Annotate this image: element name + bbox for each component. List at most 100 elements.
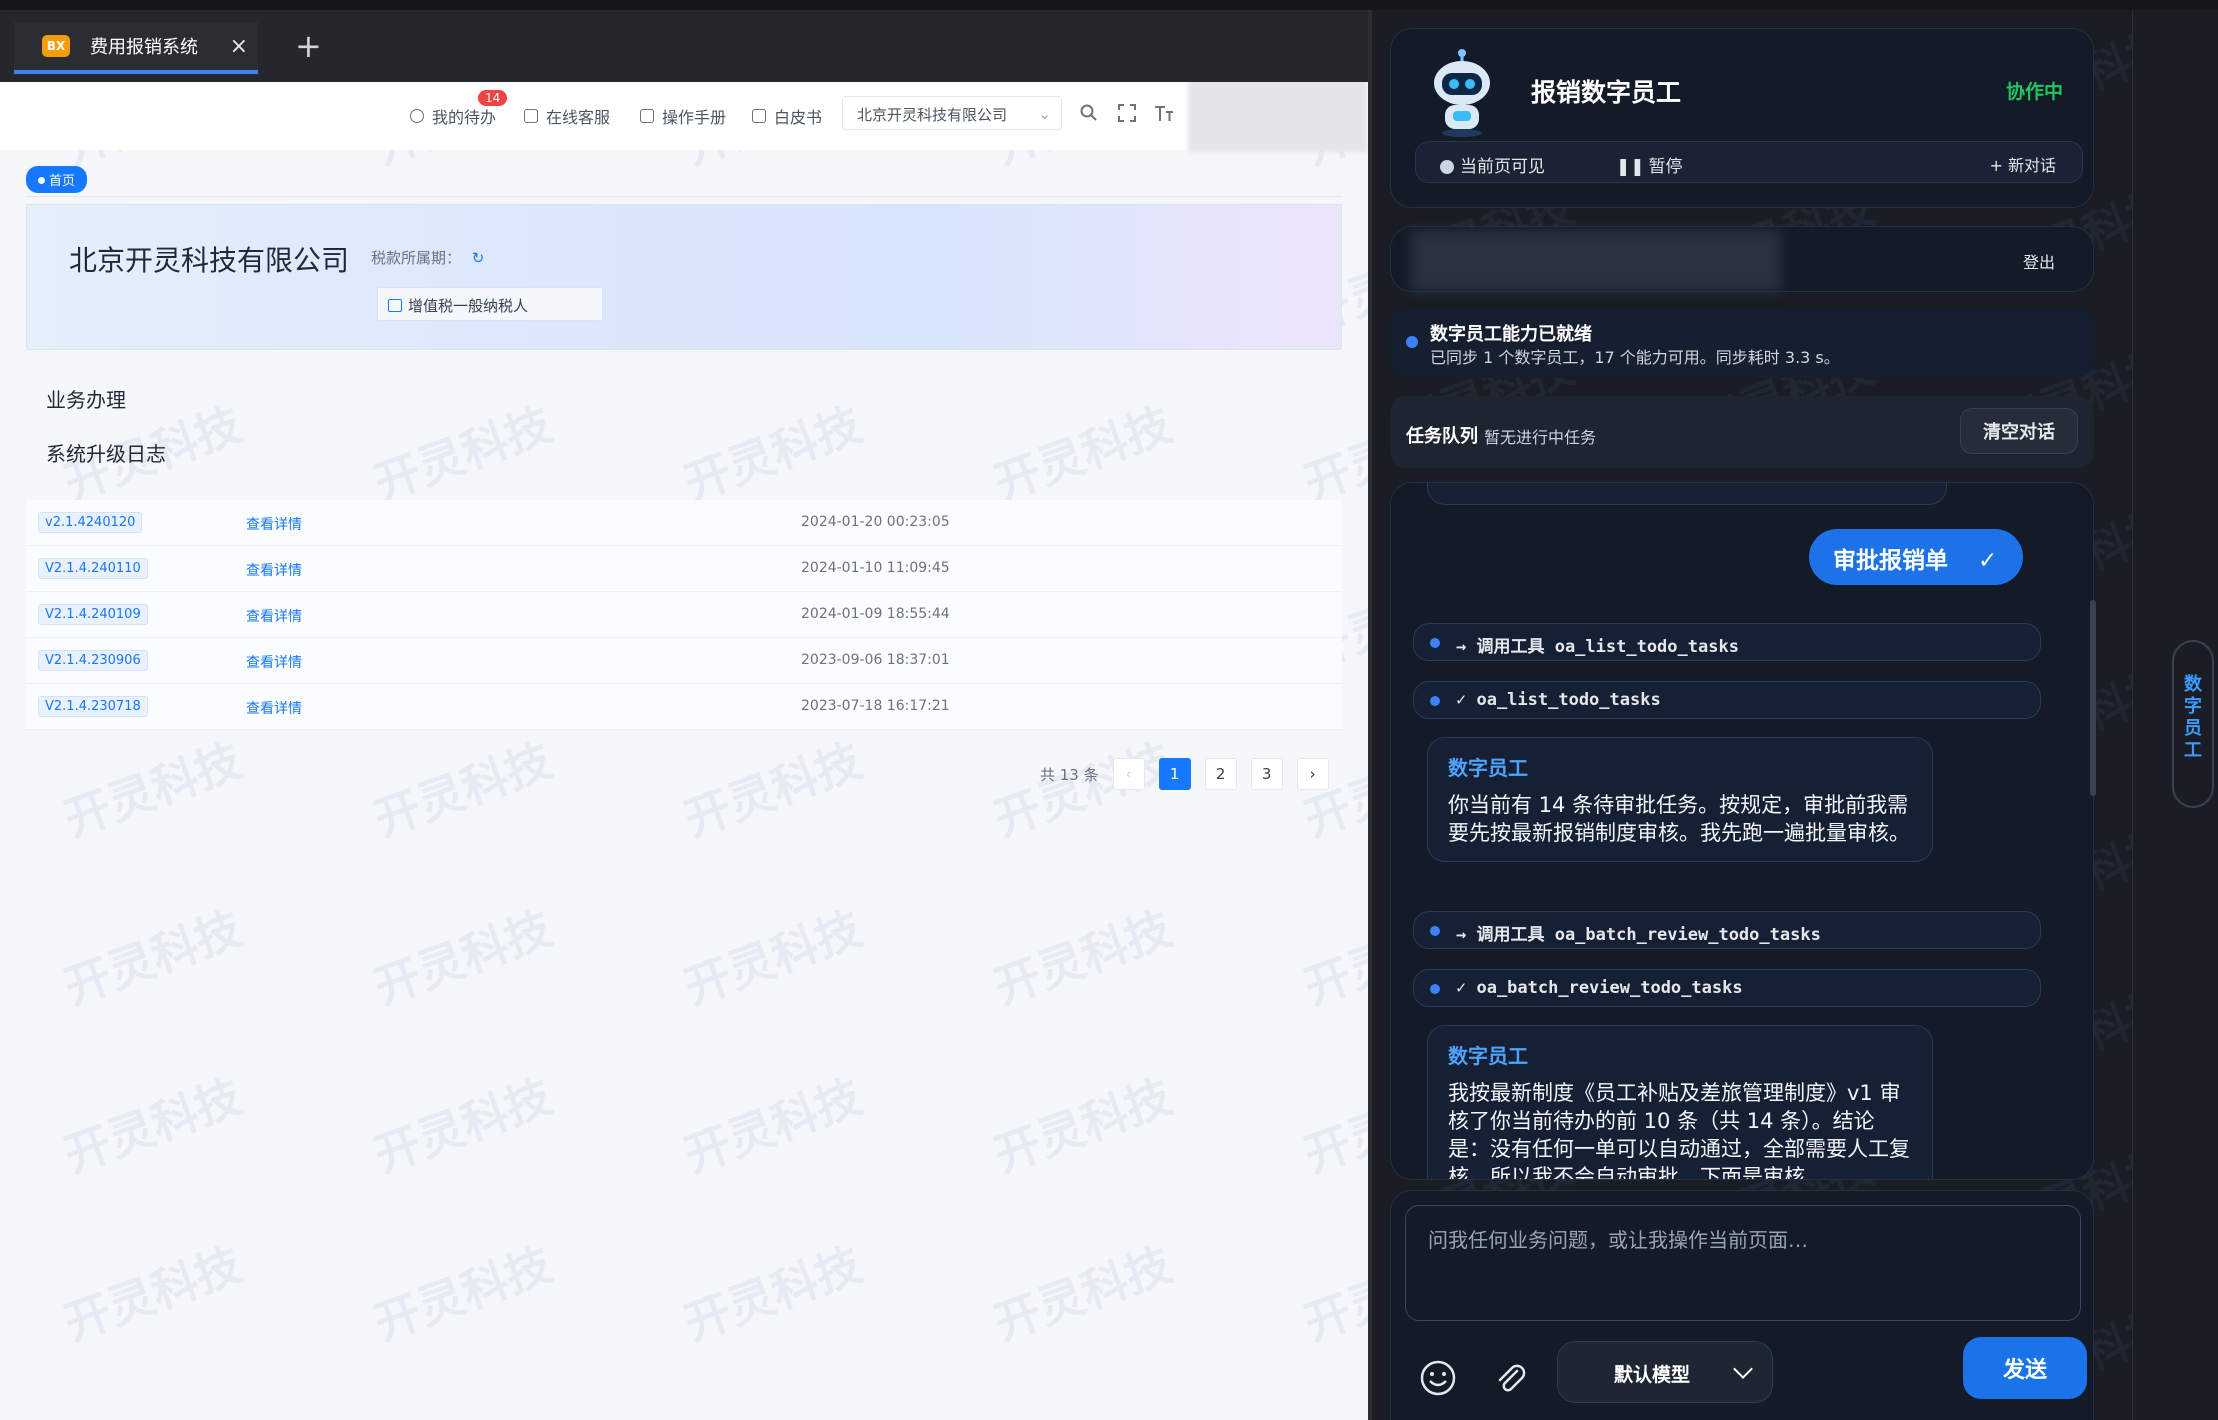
next-page-button[interactable]: ›: [1296, 758, 1329, 790]
robot-avatar-icon: [1434, 49, 1490, 137]
page-button-3[interactable]: 3: [1250, 758, 1283, 790]
table-row: V2.1.4.230906 查看详情 2023-09-06 18:37:01: [26, 638, 1342, 684]
page-toolbar: 我的待办 14 在线客服 操作手册 白皮书 北京开灵科技有限公司 ⌄: [0, 82, 1368, 152]
page-button-1[interactable]: 1: [1158, 758, 1191, 790]
browser-tab-bar: BX 费用报销系统 × +: [0, 10, 1368, 82]
tool-result-text: ✓ oa_list_todo_tasks: [1456, 690, 1661, 710]
visibility-dot-icon: [1440, 160, 1454, 174]
ready-title: 数字员工能力已就绪: [1430, 324, 1592, 345]
search-icon[interactable]: [1080, 104, 1098, 122]
watermark-text: 开灵科技: [367, 900, 559, 1015]
version-tag: V2.1.4.230906: [38, 650, 148, 671]
online-service-button[interactable]: 在线客服: [524, 104, 610, 128]
refresh-icon[interactable]: ↻: [472, 249, 485, 267]
chat-scrollbar[interactable]: [2090, 600, 2096, 796]
emoji-icon[interactable]: [1419, 1359, 1457, 1397]
release-time: 2024-01-10 11:09:45: [801, 560, 950, 576]
whitepaper-button[interactable]: 白皮书: [752, 104, 822, 128]
todo-icon: [410, 109, 424, 123]
release-time: 2023-09-06 18:37:01: [801, 652, 950, 668]
view-detail-link[interactable]: 查看详情: [246, 652, 302, 672]
font-size-icon[interactable]: [1154, 104, 1174, 122]
my-todo-button[interactable]: 我的待办 14: [410, 90, 508, 128]
divider: [26, 196, 1342, 197]
blurred-user-area: [1188, 82, 1368, 152]
table-row: V2.1.4.230718 查看详情 2023-07-18 16:17:21: [26, 684, 1342, 730]
whitepaper-label: 白皮书: [774, 108, 823, 127]
tool-call-text: → 调用工具 oa_batch_review_todo_tasks: [1456, 925, 1821, 945]
clear-chat-button[interactable]: 清空对话: [1960, 408, 2078, 454]
version-tag: V2.1.4.230718: [38, 696, 148, 717]
table-row: V2.1.4.240110 查看详情 2024-01-10 11:09:45: [26, 546, 1342, 592]
new-tab-icon[interactable]: +: [295, 30, 322, 62]
view-detail-link[interactable]: 查看详情: [246, 560, 302, 580]
view-detail-link[interactable]: 查看详情: [246, 514, 302, 534]
blurred-account-info: [1411, 231, 1781, 291]
tax-period-label: 税款所属期： ↻: [371, 247, 484, 268]
assistant-message-bubble: 数字员工 你当前有 14 条待审批任务。按规定，审批前我需要先按最新报销制度审核…: [1427, 737, 1933, 862]
home-tab-label: 首页: [49, 174, 76, 189]
release-time: 2024-01-09 18:55:44: [801, 606, 950, 622]
tax-period-text: 税款所属期：: [371, 249, 462, 267]
upgrade-log-table: v2.1.4240120 查看详情 2024-01-20 00:23:05 V2…: [26, 500, 1342, 730]
pagination: 共 13 条 ‹ 1 2 3 ›: [1040, 758, 1329, 790]
chevron-down-icon: ⌄: [1038, 105, 1051, 123]
watermark-text: 开灵科技: [677, 1068, 869, 1183]
watermark-text: 开灵科技: [367, 1236, 559, 1351]
new-chat-button[interactable]: + 新对话: [1990, 152, 2057, 176]
ready-subtitle: 已同步 1 个数字员工，17 个能力可用。同步耗时 3.3 s。: [1430, 348, 1840, 367]
assistant-control-bar: 当前页可见 ❚❚ 暂停 + 新对话: [1415, 141, 2083, 183]
document-icon: [752, 109, 766, 123]
watermark-text: 开灵科技: [367, 396, 559, 511]
tool-call-item[interactable]: → 调用工具 oa_list_todo_tasks: [1413, 623, 2041, 661]
tool-result-item[interactable]: ✓ oa_list_todo_tasks: [1413, 681, 2041, 719]
page-visible-label: 当前页可见: [1460, 157, 1545, 177]
home-tab[interactable]: 首页: [26, 166, 88, 193]
browser-tab[interactable]: BX 费用报销系统 ×: [14, 22, 258, 74]
todo-count-badge: 14: [478, 90, 508, 106]
chat-history[interactable]: 审批报销单 ✓ → 调用工具 oa_list_todo_tasks ✓ oa_l…: [1390, 482, 2094, 1180]
assistant-message-bubble: 数字员工 我按最新制度《员工补贴及差旅管理制度》v1 审核了你当前待办的前 10…: [1427, 1025, 1933, 1180]
assistant-header-card: 报销数字员工 协作中 当前页可见 ❚❚ 暂停 + 新对话: [1390, 28, 2094, 208]
tool-call-item[interactable]: → 调用工具 oa_batch_review_todo_tasks: [1413, 911, 2041, 949]
page-button-2[interactable]: 2: [1204, 758, 1237, 790]
watermark-text: 开灵科技: [677, 900, 869, 1015]
digital-employee-side-tab[interactable]: 数字员工: [2172, 640, 2214, 808]
view-detail-link[interactable]: 查看详情: [246, 606, 302, 626]
tab-title: 费用报销系统: [90, 37, 198, 58]
page-visible-toggle[interactable]: 当前页可见: [1440, 152, 1545, 177]
watermark-text: 开灵科技: [367, 732, 559, 847]
watermark-text: 开灵科技: [1297, 396, 1368, 511]
dot-icon: [38, 177, 45, 184]
watermark-text: 开灵科技: [57, 900, 249, 1015]
watermark-text: 开灵科技: [367, 1068, 559, 1183]
online-service-label: 在线客服: [546, 108, 611, 127]
fullscreen-icon[interactable]: [1118, 104, 1136, 122]
tool-result-item[interactable]: ✓ oa_batch_review_todo_tasks: [1413, 969, 2041, 1007]
attachment-icon[interactable]: [1491, 1359, 1529, 1397]
tool-dot-icon: [1430, 696, 1440, 706]
company-select[interactable]: 北京开灵科技有限公司 ⌄: [842, 96, 1062, 130]
watermark-text: 开灵科技: [57, 1068, 249, 1183]
pause-button[interactable]: ❚❚ 暂停: [1616, 152, 1683, 177]
chat-input[interactable]: 问我任何业务问题，或让我操作当前页面…: [1405, 1205, 2081, 1321]
manual-button[interactable]: 操作手册: [640, 104, 726, 128]
building-icon: [388, 299, 402, 312]
view-detail-link[interactable]: 查看详情: [246, 698, 302, 718]
book-icon: [640, 109, 654, 123]
watermark-text: 开灵科技: [1297, 1068, 1368, 1183]
version-tag: v2.1.4240120: [38, 512, 143, 533]
send-button[interactable]: 发送: [1963, 1337, 2087, 1399]
assistant-message-text: 我按最新制度《员工补贴及差旅管理制度》v1 审核了你当前待办的前 10 条（共 …: [1448, 1081, 1910, 1180]
tab-close-icon[interactable]: ×: [230, 34, 248, 59]
watermark-text: 开灵科技: [987, 1068, 1179, 1183]
task-queue-status: 暂无进行中任务: [1484, 428, 1597, 447]
chevron-down-icon: [1733, 1359, 1753, 1379]
status-dot-icon: [1406, 336, 1418, 348]
my-todo-label: 我的待办: [432, 108, 497, 127]
model-select[interactable]: 默认模型: [1557, 1341, 1773, 1403]
prev-page-button[interactable]: ‹: [1112, 758, 1145, 790]
watermark-text: 开灵科技: [677, 396, 869, 511]
logout-button[interactable]: 登出: [2023, 249, 2055, 273]
account-card: 登出: [1390, 226, 2094, 292]
